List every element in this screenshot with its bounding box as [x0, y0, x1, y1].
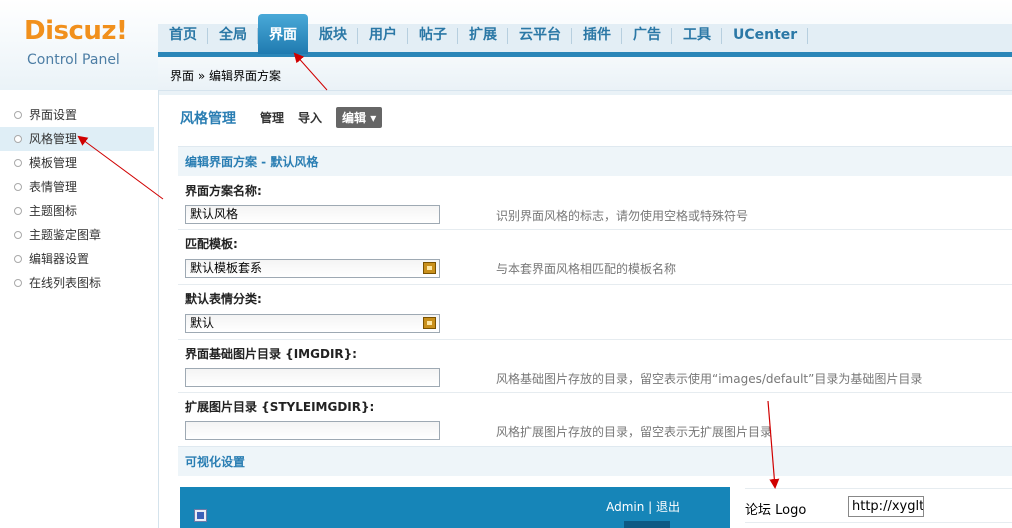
forum-logo-input[interactable]: http://xyglt — [848, 496, 924, 517]
scheme-name-hint: 识别界面风格的标志，请勿使用空格或特殊符号 — [496, 209, 749, 223]
topnav-item-interface[interactable]: 界面 — [258, 14, 308, 54]
topnav-item-users[interactable]: 用户 — [358, 24, 408, 54]
topnav-label: 工具 — [683, 27, 711, 43]
topnav-item-ads[interactable]: 广告 — [622, 24, 672, 54]
topnav-label: 全局 — [219, 27, 247, 43]
smiley-select[interactable]: 默认 — [185, 314, 440, 333]
bullet-icon — [14, 231, 22, 239]
imgdir-hint: 风格基础图片存放的目录，留空表示使用“images/default”目录为基础图… — [496, 372, 923, 386]
main-content: 风格管理 管理 导入 编辑 ▾ 编辑界面方案 - 默认风格 界面方案名称: 默认… — [160, 90, 1012, 528]
bullet-icon — [14, 255, 22, 263]
sidebar-item-thread-icons[interactable]: 主题图标 — [0, 199, 154, 223]
row-divider — [178, 339, 1012, 340]
topnav-label: 扩展 — [469, 27, 497, 43]
imgdir-input[interactable] — [185, 368, 440, 387]
bullet-icon — [14, 135, 22, 143]
sidebar-item-thread-stamps[interactable]: 主题鉴定图章 — [0, 223, 154, 247]
sidebar-item-editor-settings[interactable]: 编辑器设置 — [0, 247, 154, 271]
styleimgdir-input[interactable] — [185, 421, 440, 440]
template-label: 匹配模板: — [185, 237, 238, 251]
topnav-item-posts[interactable]: 帖子 — [408, 24, 458, 54]
bullet-icon — [14, 279, 22, 287]
topnav-item-extensions[interactable]: 扩展 — [458, 24, 508, 54]
sidebar-menu: 界面设置 风格管理 模板管理 表情管理 主题图标 主题鉴定图章 编辑器设置 在线… — [0, 103, 154, 295]
bullet-icon — [14, 207, 22, 215]
smiley-label: 默认表情分类: — [185, 292, 262, 306]
tab-manage[interactable]: 管理 — [260, 109, 284, 126]
topnav-label: 界面 — [269, 27, 297, 43]
smiley-value: 默认 — [190, 316, 215, 330]
preview-user-links[interactable]: Admin | 退出 — [606, 498, 680, 515]
topnav-label: 广告 — [633, 27, 661, 43]
topnav-item-global[interactable]: 全局 — [208, 24, 258, 54]
topnav-label: 首页 — [169, 27, 197, 43]
sidebar-item-label: 界面设置 — [29, 108, 78, 122]
imgdir-label: 界面基础图片目录 {IMGDIR}: — [185, 347, 357, 361]
bullet-icon — [14, 111, 22, 119]
template-select[interactable]: 默认模板套系 — [185, 259, 440, 278]
scheme-name-label: 界面方案名称: — [185, 184, 262, 198]
bullet-icon — [14, 183, 22, 191]
logo-subtitle: Control Panel — [27, 52, 120, 68]
sidebar: 界面设置 风格管理 模板管理 表情管理 主题图标 主题鉴定图章 编辑器设置 在线… — [0, 90, 159, 528]
tab-import[interactable]: 导入 — [298, 109, 322, 126]
tab-edit-dropdown[interactable]: 编辑 ▾ — [336, 107, 383, 128]
row-divider — [178, 392, 1012, 393]
top-navigation: 首页 全局 界面 版块 用户 帖子 扩展 云平台 插件 广告 工具 UCente… — [158, 14, 809, 54]
topnav-label: 插件 — [583, 27, 611, 43]
visual-settings-title: 可视化设置 — [178, 446, 1012, 476]
section-title: 编辑界面方案 - 默认风格 — [178, 146, 1012, 176]
topnav-item-plugins[interactable]: 插件 — [572, 24, 622, 54]
scheme-name-input[interactable]: 默认风格 — [185, 205, 440, 224]
bullet-icon — [14, 159, 22, 167]
styleimgdir-hint: 风格扩展图片存放的目录，留空表示无扩展图片目录 — [496, 425, 773, 439]
styleimgdir-label: 扩展图片目录 {STYLEIMGDIR}: — [185, 400, 375, 414]
topnav-item-forums[interactable]: 版块 — [308, 24, 358, 54]
topnav-label: 版块 — [319, 27, 347, 43]
sidebar-item-label: 风格管理 — [29, 132, 78, 146]
sidebar-item-smiley-management[interactable]: 表情管理 — [0, 175, 154, 199]
sidebar-item-label: 在线列表图标 — [29, 276, 102, 290]
topnav-item-ucenter[interactable]: UCenter — [722, 24, 809, 54]
preview-image-icon[interactable] — [194, 509, 207, 522]
sidebar-item-label: 主题图标 — [29, 204, 78, 218]
topnav-item-home[interactable]: 首页 — [158, 24, 208, 54]
preview-tab-dark — [624, 521, 670, 528]
breadcrumb-bar: 界面 » 编辑界面方案 — [158, 57, 1012, 91]
sidebar-item-label: 主题鉴定图章 — [29, 228, 102, 242]
row-divider — [178, 229, 1012, 230]
sidebar-item-style-management[interactable]: 风格管理 — [0, 127, 154, 151]
row-divider — [745, 522, 1012, 523]
header: Discuz! Control Panel 首页 全局 界面 版块 用户 帖子 … — [0, 0, 1012, 95]
sidebar-item-template-management[interactable]: 模板管理 — [0, 151, 154, 175]
sidebar-item-label: 表情管理 — [29, 180, 78, 194]
template-value: 默认模板套系 — [190, 261, 263, 275]
topnav-item-cloud[interactable]: 云平台 — [508, 24, 572, 54]
breadcrumb: 界面 » 编辑界面方案 — [170, 69, 281, 83]
visual-preview[interactable]: Admin | 退出 — [180, 487, 730, 528]
sidebar-item-label: 模板管理 — [29, 156, 78, 170]
page-title: 风格管理 — [180, 110, 236, 127]
forum-logo-label: 论坛 Logo — [745, 503, 807, 518]
topnav-label: 云平台 — [519, 27, 561, 43]
sidebar-item-online-list-icons[interactable]: 在线列表图标 — [0, 271, 154, 295]
picker-icon[interactable] — [423, 262, 436, 274]
template-hint: 与本套界面风格相匹配的模板名称 — [496, 262, 677, 276]
picker-icon[interactable] — [423, 317, 436, 329]
row-divider — [745, 488, 1012, 489]
topnav-label: 用户 — [369, 27, 397, 43]
row-divider — [178, 284, 1012, 285]
topnav-label: 帖子 — [419, 27, 447, 43]
page-header: 风格管理 管理 导入 编辑 ▾ — [180, 107, 383, 128]
topnav-label: UCenter — [733, 27, 798, 43]
logo-text: Discuz! — [24, 16, 128, 46]
sidebar-item-interface-settings[interactable]: 界面设置 — [0, 103, 154, 127]
discuz-logo[interactable]: Discuz! Control Panel — [0, 0, 158, 95]
sidebar-item-label: 编辑器设置 — [29, 252, 90, 266]
topnav-item-tools[interactable]: 工具 — [672, 24, 722, 54]
